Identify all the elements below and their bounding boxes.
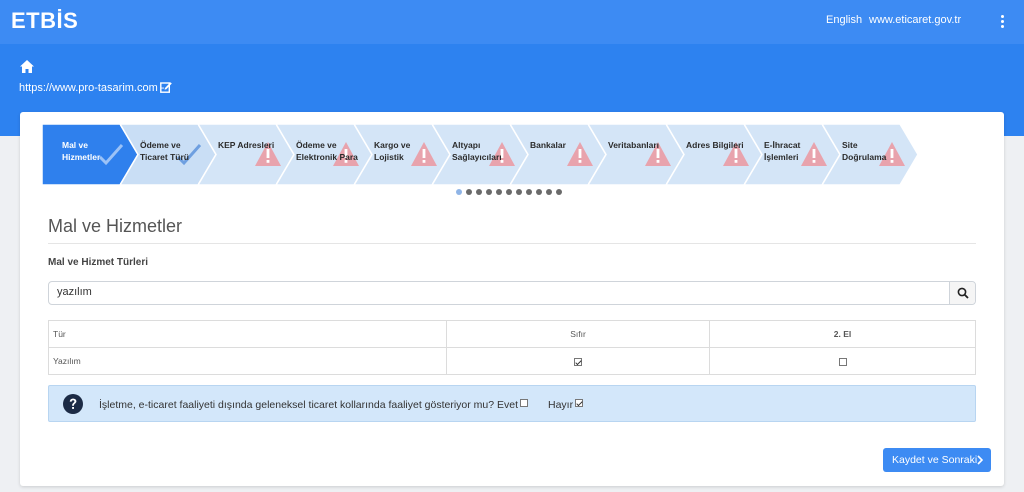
wizard-step-label: Altyapı Sağlayıcıları	[452, 140, 502, 162]
pager-dot[interactable]	[556, 189, 562, 195]
pager-dot[interactable]	[526, 189, 532, 195]
wizard-step-label: Kargo ve Lojistik	[374, 140, 411, 162]
section-subtitle: Mal ve Hizmet Türleri	[48, 257, 149, 268]
step-pager	[456, 189, 566, 197]
main-card: Mal ve Hizmetler Ödeme ve Ticaret Türü KEP…	[20, 112, 1004, 486]
wizard-step-label: E-İhracat İşlemleri	[764, 140, 801, 162]
checkbox-used[interactable]	[838, 357, 847, 366]
search-box	[48, 281, 976, 305]
brand-logo[interactable]: ETBİS	[11, 8, 78, 34]
cell-used	[709, 347, 976, 375]
option-no: Hayır	[548, 399, 584, 411]
pager-dot[interactable]	[466, 189, 472, 195]
pager-dot[interactable]	[456, 189, 462, 195]
search-input[interactable]	[57, 286, 937, 298]
option-yes-label: Evet	[497, 399, 519, 411]
pager-dot[interactable]	[546, 189, 552, 195]
table-header-row: Tür Sıfır 2. El	[48, 320, 976, 348]
option-yes: Evet	[497, 399, 529, 411]
chevron-right-icon	[977, 455, 983, 465]
pager-dot[interactable]	[496, 189, 502, 195]
save-next-label: Kaydet ve Sonraki	[892, 454, 978, 466]
pager-dot[interactable]	[516, 189, 522, 195]
wizard-step-label: Ödeme ve Elektronik Para	[296, 140, 358, 162]
page-title: Mal ve Hizmetler	[48, 216, 183, 236]
site-url: https://www.pro-tasarim.com -	[19, 82, 165, 94]
wizard-step-label: Site Doğrulama	[842, 140, 887, 162]
checkbox-new[interactable]	[574, 357, 582, 366]
col-header-type: Tür	[48, 320, 447, 348]
question-text: İşletme, e-ticaret faaliyeti dışında gel…	[99, 399, 495, 411]
wizard-steps: Mal ve Hizmetler Ödeme ve Ticaret Türü KEP…	[42, 124, 922, 185]
language-link[interactable]: English	[826, 14, 862, 26]
pager-dot[interactable]	[506, 189, 512, 195]
title-divider	[48, 243, 976, 244]
kebab-menu-icon[interactable]	[1001, 15, 1007, 29]
wizard-step-label: KEP Adresleri	[218, 140, 275, 150]
cell-type: Yazılım	[48, 347, 447, 375]
edit-icon[interactable]	[160, 81, 172, 93]
wizard-step-label: Adres Bilgileri	[686, 140, 744, 150]
table-row: Yazılım	[48, 347, 976, 375]
wizard-step-11[interactable]: Site Doğrulama	[822, 124, 918, 185]
search-icon	[957, 287, 969, 299]
option-yes-checkbox[interactable]	[520, 399, 529, 407]
option-no-checkbox[interactable]	[575, 399, 584, 407]
option-no-label: Hayır	[548, 399, 574, 411]
goods-services-table: Tür Sıfır 2. El Yazılım	[48, 320, 976, 375]
cell-new	[446, 347, 710, 375]
wizard-step-label: Veritabanları	[608, 140, 660, 150]
pager-dot[interactable]	[536, 189, 542, 195]
question-panel: İşletme, e-ticaret faaliyeti dışında gel…	[48, 385, 976, 422]
pager-dot[interactable]	[476, 189, 482, 195]
home-icon[interactable]	[20, 60, 34, 73]
col-header-new: Sıfır	[446, 320, 710, 348]
search-button[interactable]	[949, 282, 975, 304]
question-circle-icon	[63, 394, 83, 414]
wizard-step-label: Ödeme ve Ticaret Türü	[140, 140, 189, 162]
col-header-used: 2. El	[709, 320, 976, 348]
top-navbar: ETBİS English www.eticaret.gov.tr	[0, 0, 1024, 44]
pager-dot[interactable]	[486, 189, 492, 195]
save-next-button[interactable]: Kaydet ve Sonraki	[883, 448, 991, 472]
eticaret-site-link[interactable]: www.eticaret.gov.tr	[869, 14, 961, 26]
wizard-step-label: Mal ve Hizmetler	[62, 140, 101, 162]
wizard-step-label: Bankalar	[530, 140, 566, 150]
